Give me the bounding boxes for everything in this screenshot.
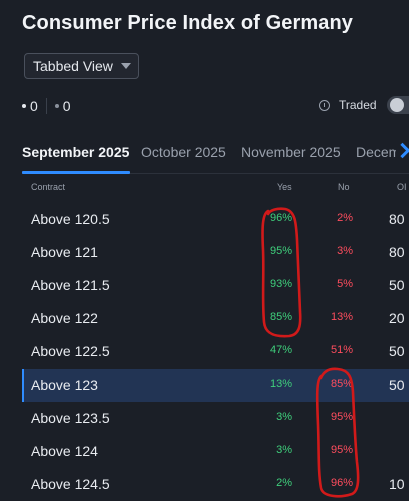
chevron-down-icon (121, 63, 131, 69)
month-tabs: September 2025 October 2025 November 202… (0, 138, 409, 174)
yes-price[interactable]: 47% (252, 344, 292, 356)
open-interest: 80 (389, 244, 405, 260)
yes-price[interactable]: 96% (252, 212, 292, 224)
no-price[interactable]: 13% (313, 311, 353, 323)
yes-price[interactable]: 3% (252, 444, 292, 456)
stats-bar: 0 0 (22, 98, 71, 114)
table-row[interactable]: Above 122 85% 13% 20 (22, 302, 409, 335)
contract-name: Above 123.5 (31, 410, 110, 426)
view-select-value: Tabbed View (33, 58, 113, 74)
tab-december-2025[interactable]: Decem (356, 144, 400, 160)
contract-name: Above 122 (31, 310, 98, 326)
contract-name: Above 121.5 (31, 277, 110, 293)
table-row[interactable]: Above 124 3% 95% (22, 435, 409, 468)
divider (45, 98, 47, 114)
table-row[interactable]: Above 122.5 47% 51% 50 (22, 335, 409, 368)
active-tab-indicator (22, 171, 130, 174)
table-row[interactable]: Above 121.5 93% 5% 50 (22, 269, 409, 302)
toggle-knob (390, 98, 404, 112)
no-price[interactable]: 95% (313, 444, 353, 456)
table-row[interactable]: Above 124.5 2% 96% 10 (22, 468, 409, 501)
no-price[interactable]: 96% (313, 477, 353, 489)
stat-item: 0 (54, 98, 71, 114)
yes-price[interactable]: 3% (252, 411, 292, 423)
contract-name: Above 124.5 (31, 476, 110, 492)
column-header-yes[interactable]: Yes (277, 182, 292, 192)
open-interest: 80 (389, 211, 405, 227)
column-header-contract: Contract (31, 182, 66, 192)
contract-name: Above 121 (31, 244, 98, 260)
contract-name: Above 120.5 (31, 211, 110, 227)
stat-value: 0 (30, 98, 38, 114)
tab-october-2025[interactable]: October 2025 (141, 144, 226, 160)
no-price[interactable]: 2% (313, 212, 353, 224)
page-title: Consumer Price Index of Germany (22, 12, 353, 34)
table-row-selected[interactable]: Above 123 13% 85% 50 (22, 369, 409, 402)
table-header: Contract Yes No OI (0, 176, 409, 200)
info-icon[interactable] (319, 99, 330, 111)
yes-price[interactable]: 85% (252, 311, 292, 323)
traded-filter: Traded (319, 98, 377, 112)
open-interest: 10 (389, 476, 405, 492)
no-price[interactable]: 5% (313, 278, 353, 290)
no-price[interactable]: 95% (313, 411, 353, 423)
table-row[interactable]: Above 123.5 3% 95% (22, 402, 409, 435)
open-interest: 20 (389, 310, 405, 326)
yes-price[interactable]: 95% (252, 245, 292, 257)
dot-icon (54, 104, 59, 108)
open-interest: 50 (389, 277, 405, 293)
view-select[interactable]: Tabbed View (24, 53, 139, 79)
table-row[interactable]: Above 120.5 96% 2% 80 (22, 203, 409, 236)
yes-price[interactable]: 2% (252, 477, 292, 489)
yes-price[interactable]: 13% (252, 378, 292, 390)
traded-toggle[interactable] (387, 96, 409, 114)
yes-price[interactable]: 93% (252, 278, 292, 290)
tab-september-2025[interactable]: September 2025 (22, 144, 129, 160)
column-header-oi[interactable]: OI (397, 182, 407, 192)
no-price[interactable]: 51% (313, 344, 353, 356)
open-interest: 50 (389, 343, 405, 359)
contract-name: Above 123 (31, 377, 98, 393)
stat-value: 0 (62, 98, 71, 114)
no-price[interactable]: 85% (313, 378, 353, 390)
contract-name: Above 122.5 (31, 343, 110, 359)
tab-november-2025[interactable]: November 2025 (241, 144, 341, 160)
column-header-no[interactable]: No (338, 182, 350, 192)
dot-icon (22, 104, 26, 108)
traded-label: Traded (339, 98, 377, 112)
no-price[interactable]: 3% (313, 245, 353, 257)
contract-name: Above 124 (31, 443, 98, 459)
table-row[interactable]: Above 121 95% 3% 80 (22, 236, 409, 269)
open-interest: 50 (389, 377, 405, 393)
stat-item: 0 (22, 98, 38, 114)
chevron-right-icon[interactable] (396, 138, 409, 164)
